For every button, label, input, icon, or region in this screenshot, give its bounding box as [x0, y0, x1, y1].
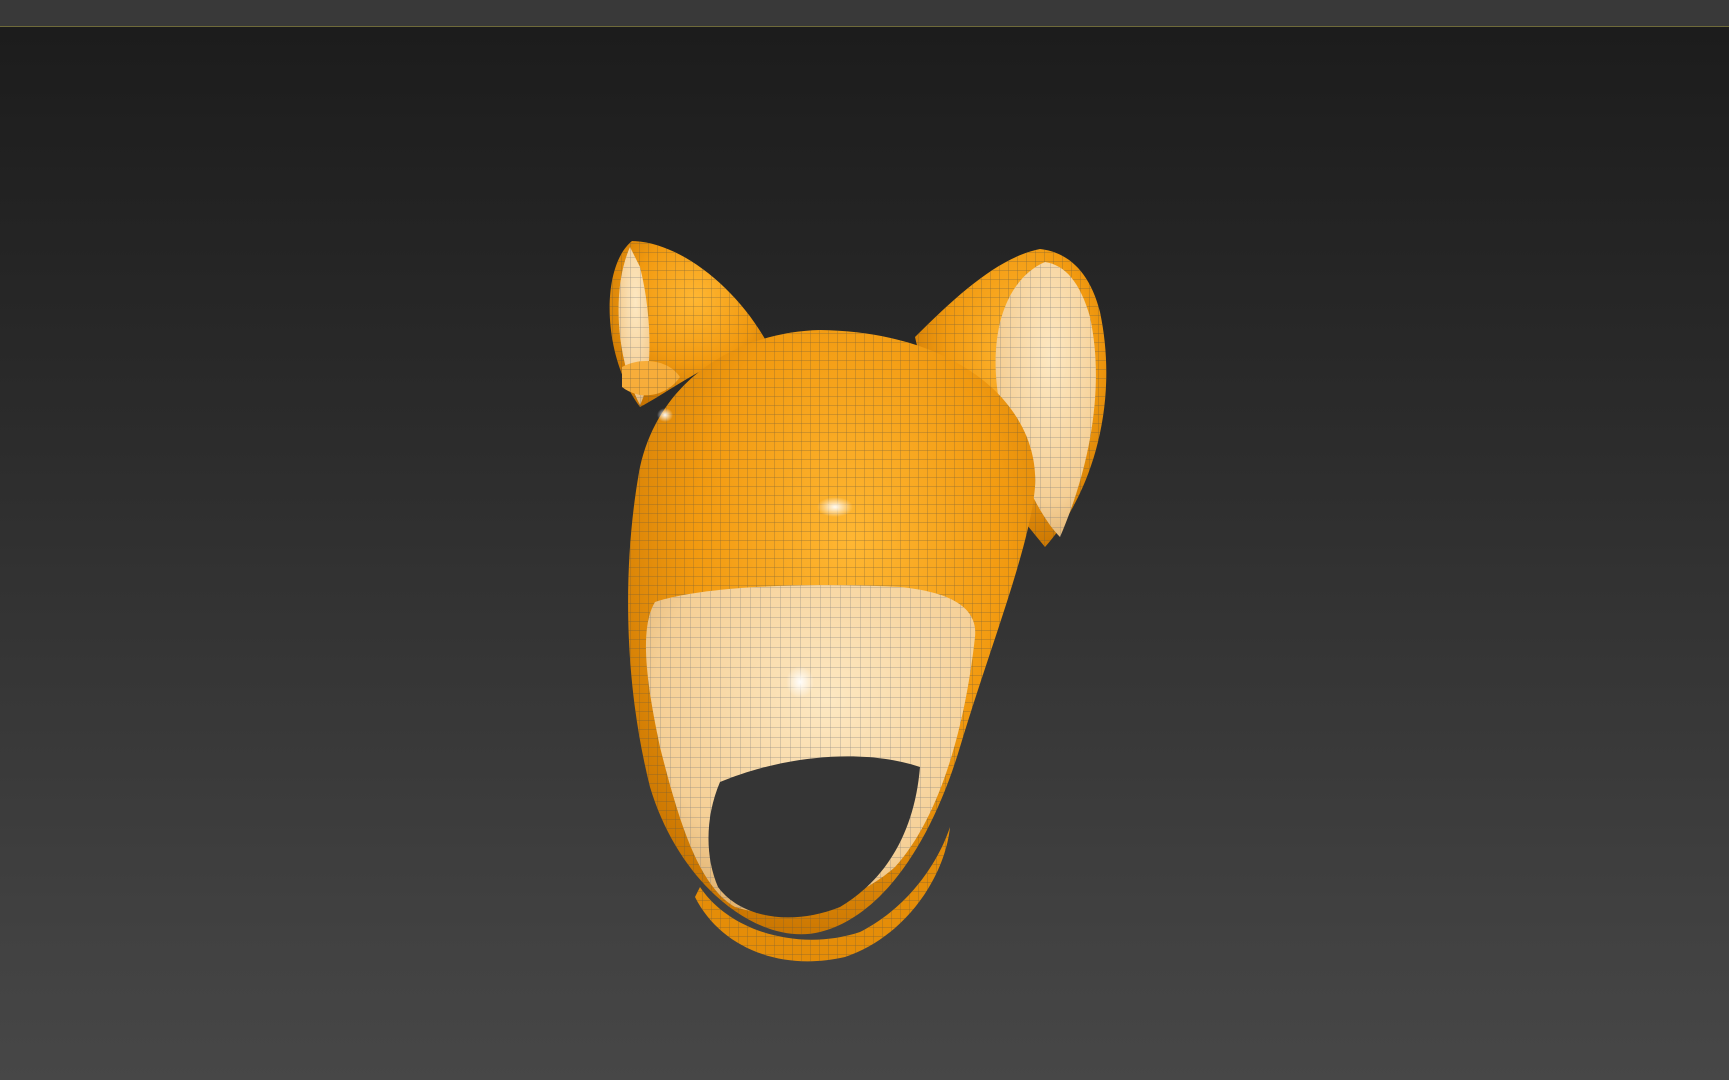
specular-highlight [817, 497, 853, 517]
3d-viewport[interactable] [0, 27, 1729, 1080]
specular-highlight [786, 666, 814, 698]
specular-highlight [657, 408, 673, 422]
viewport-app [0, 0, 1729, 1080]
hood-lining [645, 585, 976, 962]
hood-model[interactable] [0, 27, 1729, 1080]
viewport-top-bar [0, 0, 1729, 27]
